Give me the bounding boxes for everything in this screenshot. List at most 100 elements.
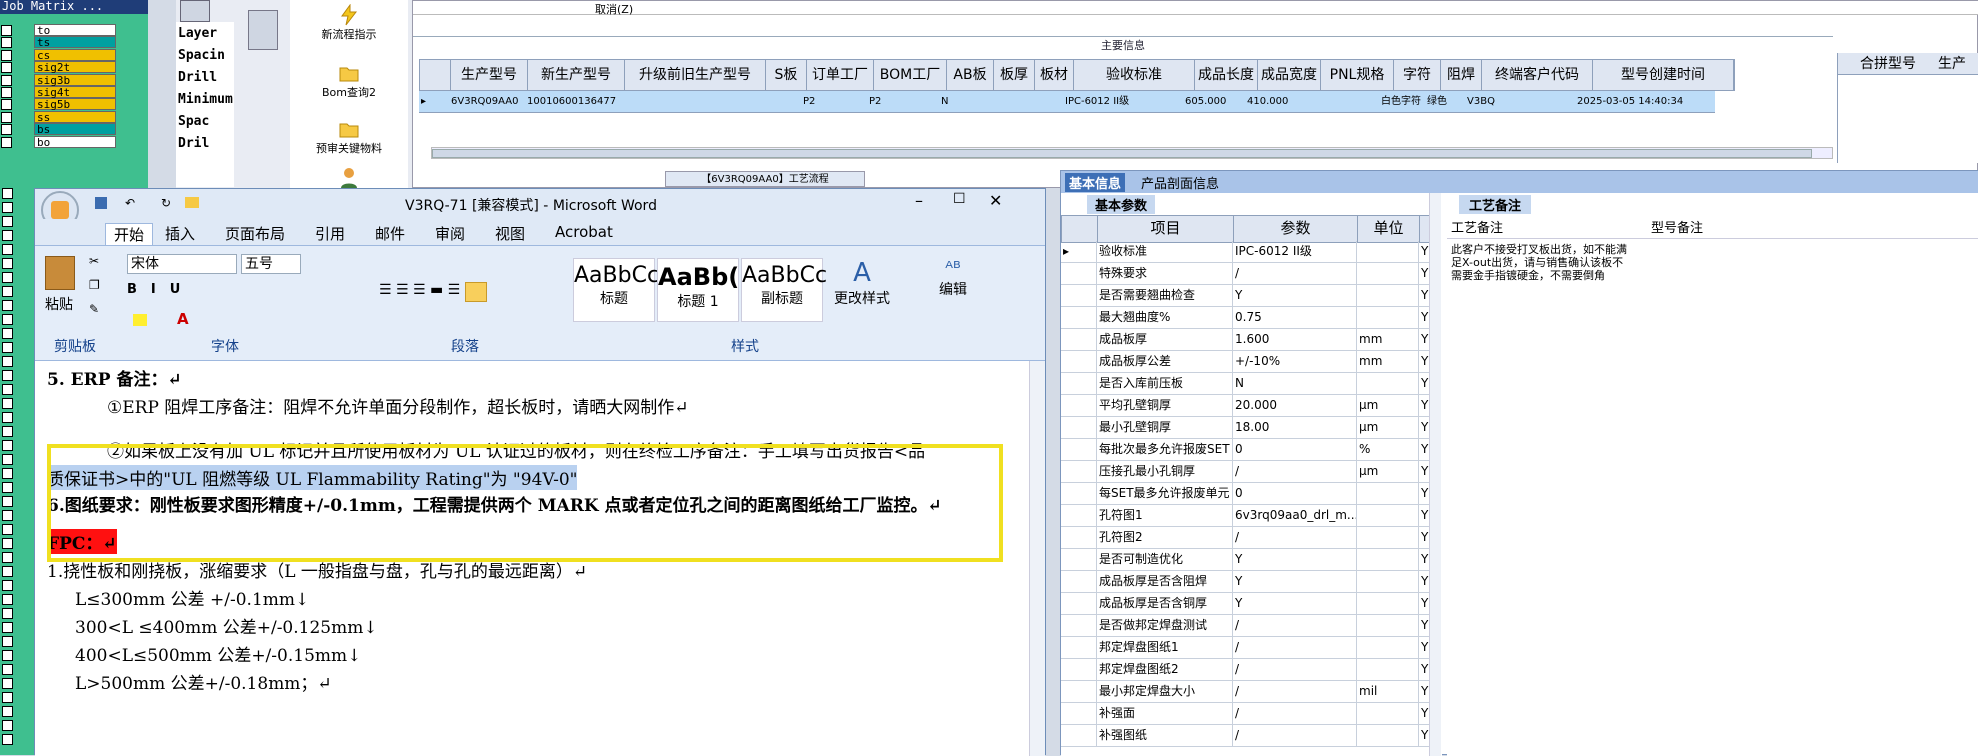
- table-cell[interactable]: P2: [801, 91, 867, 112]
- row-checkbox[interactable]: [2, 272, 13, 283]
- redo-icon[interactable]: ↻: [161, 196, 171, 210]
- table-cell[interactable]: [1357, 527, 1419, 549]
- row-checkbox[interactable]: [2, 454, 13, 465]
- column-header[interactable]: BOM工厂: [874, 60, 947, 90]
- undo-icon[interactable]: ↶: [125, 196, 135, 210]
- row-checkbox[interactable]: [2, 720, 13, 731]
- table-cell[interactable]: 20.000: [1233, 395, 1357, 417]
- column-header[interactable]: 成品长度: [1195, 60, 1258, 90]
- row-checkbox[interactable]: [2, 608, 13, 619]
- table-cell[interactable]: +/-10%: [1233, 351, 1357, 373]
- tab-basic-info[interactable]: 基本信息: [1065, 173, 1126, 192]
- row-checkbox[interactable]: [2, 216, 13, 227]
- params-scrollbar[interactable]: [1429, 193, 1441, 756]
- row-checkbox[interactable]: [2, 650, 13, 661]
- table-cell[interactable]: 最大翘曲度%: [1097, 307, 1233, 329]
- table-cell[interactable]: /: [1233, 659, 1357, 681]
- table-cell[interactable]: /: [1233, 703, 1357, 725]
- layer-row[interactable]: bs: [0, 123, 120, 136]
- row-checkbox[interactable]: [2, 580, 13, 591]
- row-checkbox[interactable]: [2, 384, 13, 395]
- layer-name[interactable]: bs: [34, 123, 116, 136]
- document-line[interactable]: 300<L ≤400mm 公差+/-0.125mm↓: [75, 613, 378, 638]
- row-checkbox[interactable]: [2, 566, 13, 577]
- document-line[interactable]: L>500mm 公差+/-0.18mm；↵: [75, 669, 332, 694]
- row-checkbox[interactable]: [2, 622, 13, 633]
- table-cell[interactable]: [1357, 483, 1419, 505]
- table-cell[interactable]: μm: [1357, 395, 1419, 417]
- table-row[interactable]: 压接孔最小孔铜厚 / μm Y: [1061, 461, 1433, 483]
- row-checkbox[interactable]: [2, 412, 13, 423]
- process-notes-tab[interactable]: 工艺备注: [1459, 195, 1532, 214]
- table-cell[interactable]: [1357, 263, 1419, 285]
- table-cell[interactable]: IPC-6012 II级: [1233, 241, 1357, 263]
- horizontal-scrollbar[interactable]: [431, 147, 1833, 159]
- layer-row[interactable]: sig5b: [0, 98, 120, 111]
- scroll-thumb[interactable]: [432, 149, 1812, 158]
- table-cell[interactable]: 每SET最多允许报废单元: [1097, 483, 1233, 505]
- row-checkbox[interactable]: [2, 314, 13, 325]
- table-cell[interactable]: mm: [1357, 329, 1419, 351]
- layer-checkbox[interactable]: [1, 74, 12, 86]
- row-checkbox[interactable]: [2, 188, 13, 199]
- table-cell[interactable]: /: [1233, 725, 1357, 747]
- font-size-select[interactable]: 五号: [241, 254, 301, 274]
- table-cell[interactable]: [1357, 373, 1419, 395]
- table-cell[interactable]: 补强面: [1097, 703, 1233, 725]
- table-cell[interactable]: N: [1233, 373, 1357, 395]
- table-row[interactable]: 最小邦定焊盘大小 / mil Y: [1061, 681, 1433, 703]
- table-cell[interactable]: /: [1233, 263, 1357, 285]
- table-row[interactable]: 成品板厚是否含铜厚 Y Y: [1061, 593, 1433, 615]
- highlight-icon[interactable]: [133, 314, 147, 326]
- layer-row[interactable]: ss: [0, 110, 120, 123]
- table-row[interactable]: 是否可制造优化 Y Y: [1061, 549, 1433, 571]
- table-cell[interactable]: /: [1233, 461, 1357, 483]
- table-cell[interactable]: 验收标准: [1097, 241, 1233, 263]
- row-checkbox[interactable]: [2, 398, 13, 409]
- layer-checkbox[interactable]: [1, 124, 12, 136]
- table-cell[interactable]: mil: [1357, 681, 1419, 703]
- font-format-buttons[interactable]: BIU: [127, 282, 323, 302]
- format-painter-icon[interactable]: ✎: [89, 302, 99, 316]
- table-row[interactable]: 补强面 / Y: [1061, 703, 1433, 725]
- table-row[interactable]: 孔符图2/Y: [1061, 527, 1433, 549]
- table-cell[interactable]: 6V3RQ09AA0: [449, 91, 525, 112]
- row-checkbox[interactable]: [2, 594, 13, 605]
- table-cell[interactable]: 成品板厚是否含铜厚: [1097, 593, 1233, 615]
- layer-row[interactable]: bo: [0, 135, 120, 148]
- table-cell[interactable]: [1357, 571, 1419, 593]
- table-cell[interactable]: /: [1233, 637, 1357, 659]
- table-cell[interactable]: μm: [1357, 417, 1419, 439]
- ribbon-tab[interactable]: 邮件: [375, 223, 405, 244]
- layer-checkbox[interactable]: [1, 87, 12, 98]
- table-row[interactable]: 孔符图1 6v3rq09aa0_drl_m... Y: [1061, 505, 1433, 527]
- layer-row[interactable]: sig4t: [0, 86, 120, 99]
- cut-icon[interactable]: ✂: [89, 254, 99, 268]
- table-cell[interactable]: 410.000: [1245, 91, 1307, 112]
- row-checkbox[interactable]: [2, 202, 13, 213]
- table-row[interactable]: 成品板厚公差 +/-10% mm Y: [1061, 351, 1433, 373]
- style-subtitle[interactable]: AaBbCc 副标题: [741, 258, 827, 322]
- table-cell[interactable]: V3BQ: [1465, 91, 1575, 112]
- table-cell[interactable]: 0.75: [1233, 307, 1357, 329]
- table-cell[interactable]: /: [1233, 681, 1357, 703]
- justify-button[interactable]: [465, 282, 487, 302]
- style-heading-1[interactable]: AaBb( 标题 1: [657, 258, 739, 322]
- process-flow-tab[interactable]: 【6V3RQ09AA0】工艺流程: [665, 171, 865, 187]
- table-cell[interactable]: 是否做邦定焊盘测试: [1097, 615, 1233, 637]
- table-cell[interactable]: 18.00: [1233, 417, 1357, 439]
- ribbon-tab[interactable]: Acrobat: [555, 223, 613, 241]
- table-row[interactable]: 特殊要求 / Y: [1061, 263, 1433, 285]
- table-row[interactable]: 平均孔壁铜厚 20.000 μm Y: [1061, 395, 1433, 417]
- layer-row[interactable]: ts: [0, 36, 120, 49]
- basic-params-tab[interactable]: 基本参数: [1087, 195, 1156, 214]
- layer-checkbox[interactable]: [1, 49, 12, 61]
- table-row[interactable]: 是否入库前压板 N Y: [1061, 373, 1433, 395]
- style-title[interactable]: AaBbCc 标题: [573, 258, 659, 322]
- table-cell[interactable]: 邦定焊盘图纸1: [1097, 637, 1233, 659]
- process-notes-text[interactable]: 此客户不接受打叉板出货，如不能满足X-out出货，请与销售确认该板不需要金手指镀…: [1451, 243, 1633, 282]
- column-header[interactable]: 验收标准: [1074, 60, 1195, 90]
- table-cell[interactable]: [1357, 725, 1419, 747]
- ribbon-tab[interactable]: 引用: [315, 223, 345, 244]
- table-row[interactable]: 邦定焊盘图纸2/Y: [1061, 659, 1433, 681]
